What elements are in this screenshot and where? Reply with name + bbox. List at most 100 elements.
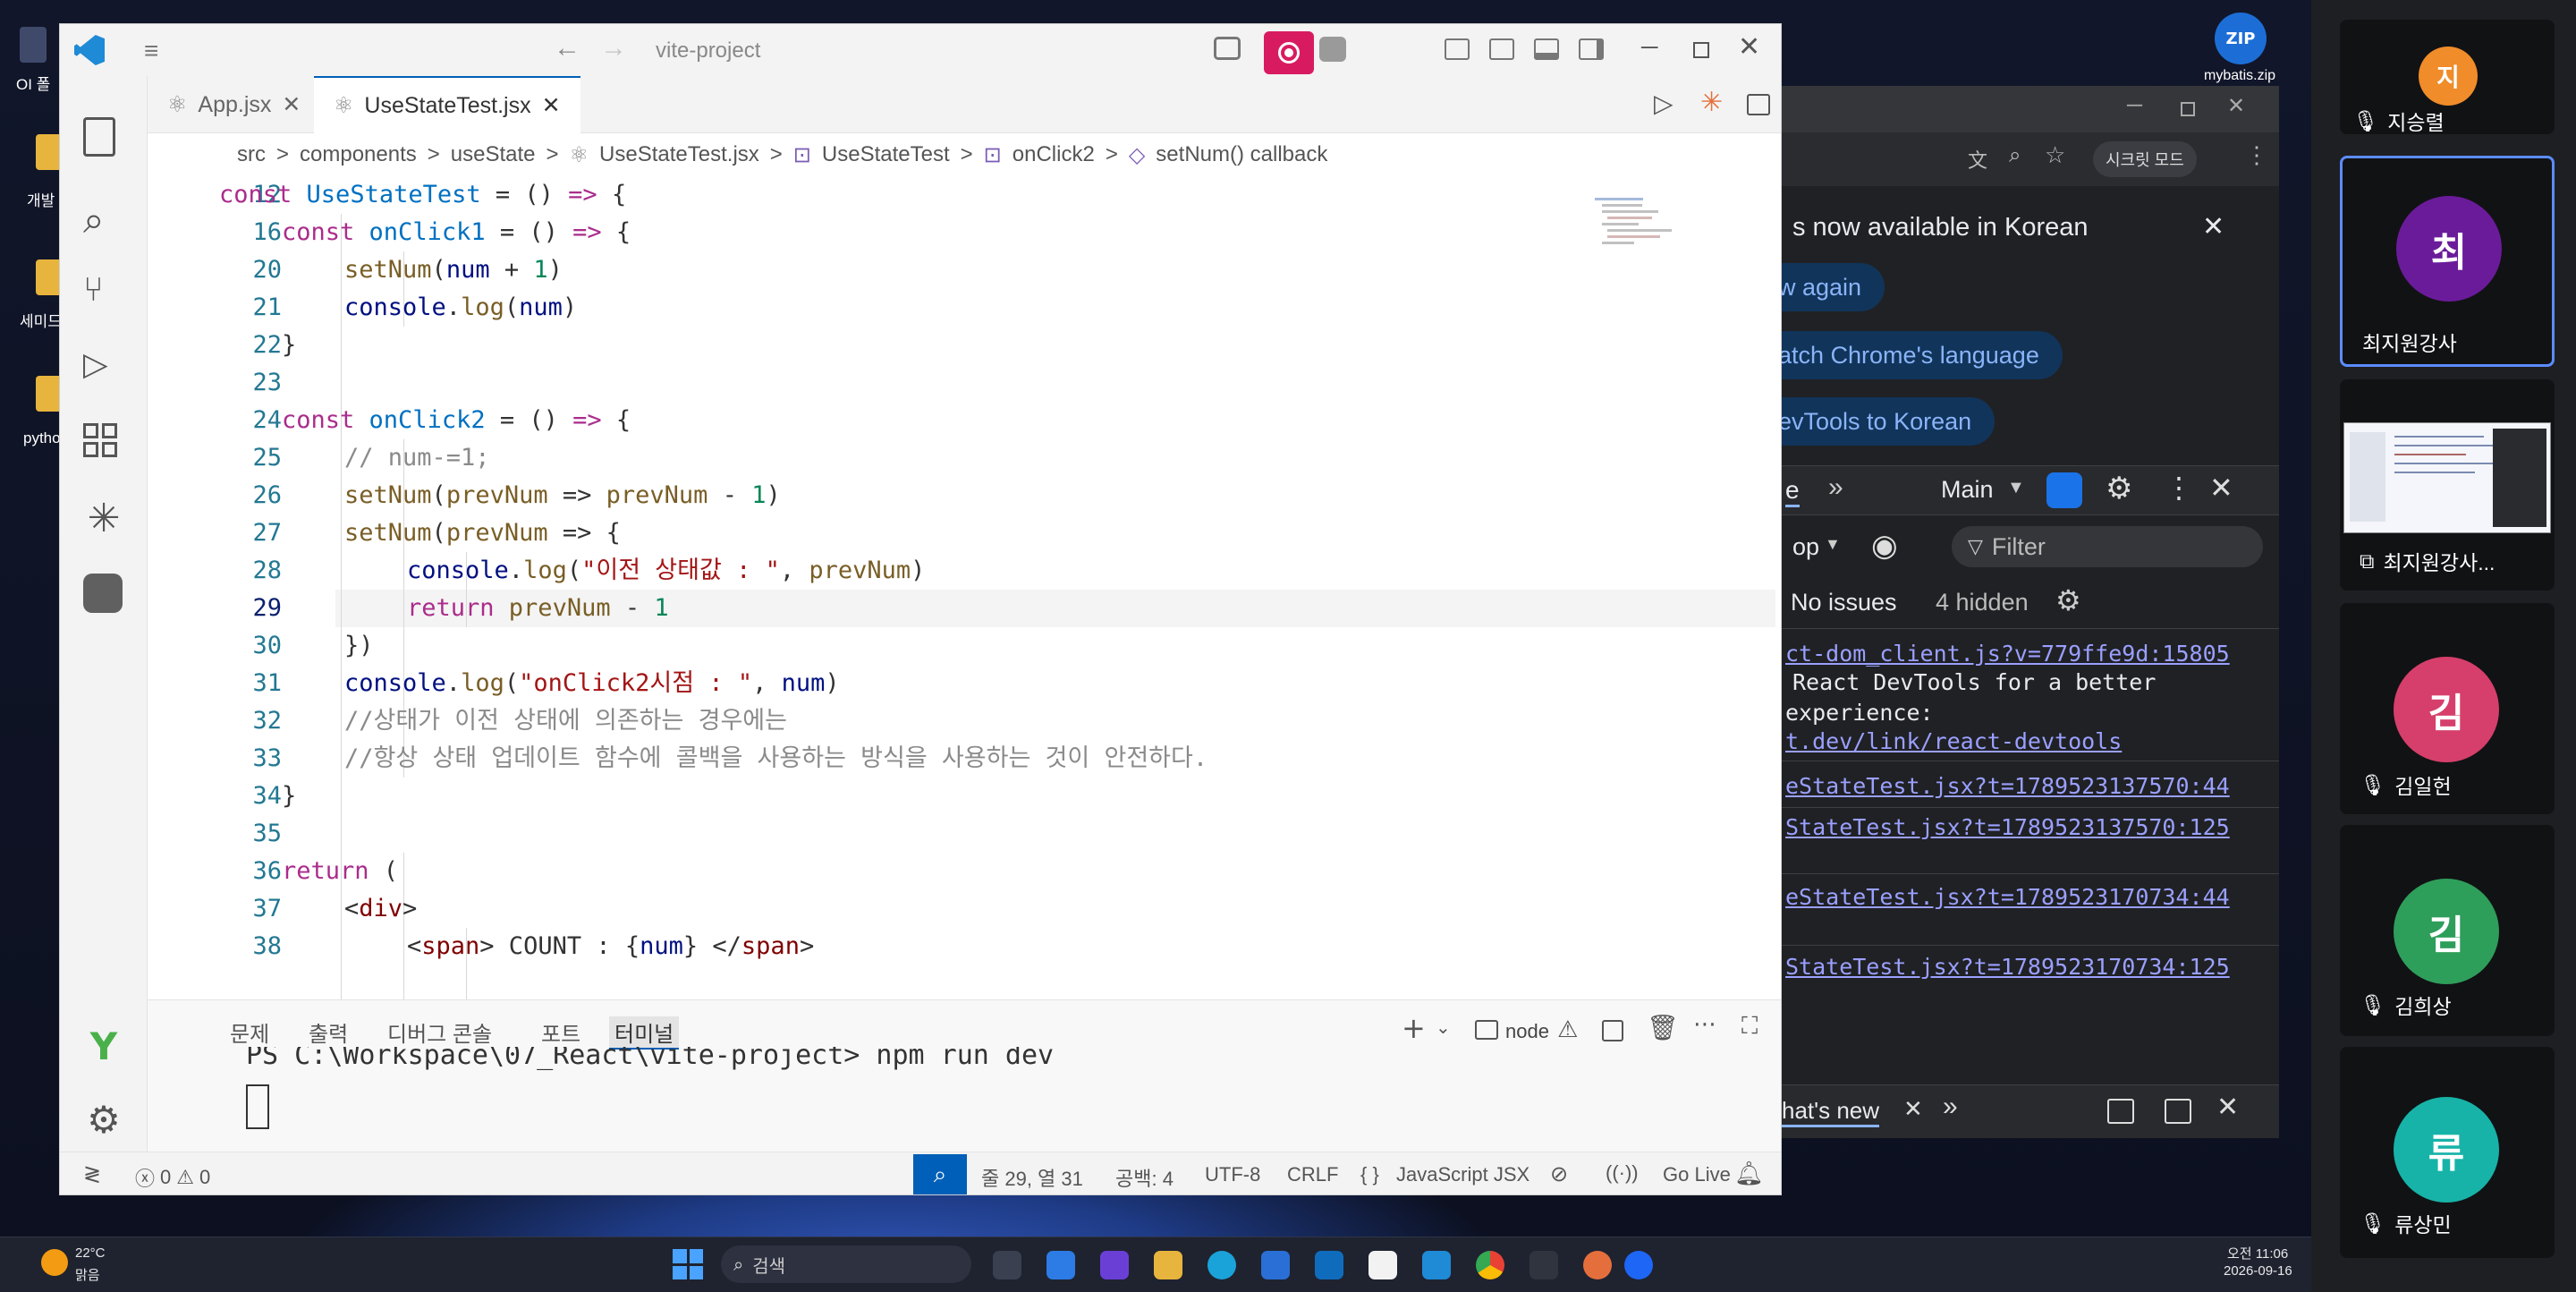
- settings-gear-icon[interactable]: ⚙: [2106, 471, 2132, 506]
- indentation[interactable]: 공백: 4: [1115, 1163, 1174, 1192]
- screen-share-tile[interactable]: ⧉ 최지원강사...: [2340, 379, 2555, 591]
- match-chrome-language-button[interactable]: atch Chrome's language: [1782, 331, 2063, 379]
- console-source-link[interactable]: ct-dom_client.js?v=779ffe9d:15805: [1785, 641, 2230, 667]
- tab-usestatetest-jsx[interactable]: ⚛ UseStateTest.jsx ✕: [314, 76, 580, 133]
- code-line[interactable]: const onClick1 = () => {: [282, 214, 631, 251]
- panel-tab-output[interactable]: 출력: [309, 1016, 348, 1048]
- end-of-line[interactable]: CRLF: [1287, 1163, 1338, 1186]
- browser-menu-icon[interactable]: ⋮: [2245, 141, 2268, 169]
- new-terminal-icon[interactable]: +: [1402, 1011, 1426, 1045]
- desktop-folder-icon[interactable]: [20, 27, 47, 63]
- more-tabs-icon[interactable]: »: [1943, 1092, 1958, 1122]
- close-icon[interactable]: ✕: [2227, 93, 2245, 119]
- run-file-icon[interactable]: ▷: [1654, 89, 1674, 118]
- edge-browser-icon[interactable]: [1208, 1251, 1236, 1279]
- incognito-badge[interactable]: 시크릿 모드: [2093, 141, 2197, 177]
- participant-tile-active[interactable]: 최 최지원강사: [2340, 156, 2555, 367]
- code-line[interactable]: setNum(num + 1): [344, 251, 563, 289]
- vscode-taskbar-icon[interactable]: [1422, 1251, 1451, 1279]
- close-tab-icon[interactable]: ✕: [1903, 1095, 1923, 1123]
- zoom-button[interactable]: ⌕: [913, 1154, 967, 1194]
- split-editor-icon[interactable]: [1747, 94, 1770, 115]
- code-line[interactable]: const UseStateTest = () => {: [219, 176, 626, 214]
- code-editor[interactable]: 12 const UseStateTest = () => {16 const on…: [148, 176, 1781, 1001]
- problems-status[interactable]: ⓧ 0 ⚠ 0: [135, 1163, 210, 1192]
- search-icon[interactable]: ⌕: [83, 198, 124, 242]
- banner-close-icon[interactable]: ✕: [2202, 211, 2224, 242]
- breadcrumb-item[interactable]: UseStateTest: [822, 142, 950, 167]
- breadcrumb-item[interactable]: setNum() callback: [1156, 142, 1327, 167]
- hidden-count[interactable]: 4 hidden: [1936, 589, 2029, 616]
- news-app-icon[interactable]: [1100, 1251, 1129, 1279]
- code-line[interactable]: <div>: [344, 890, 417, 928]
- code-line[interactable]: return prevNum - 1: [407, 590, 669, 627]
- extensions-icon[interactable]: [83, 423, 117, 457]
- record-button[interactable]: [1264, 31, 1314, 74]
- terminal-icon[interactable]: [1530, 1251, 1558, 1279]
- dont-show-again-button[interactable]: w again: [1782, 263, 1885, 311]
- tab-close-icon[interactable]: ✕: [282, 91, 301, 118]
- panel-tab-terminal[interactable]: 터미널: [609, 1016, 680, 1050]
- code-line[interactable]: }: [282, 327, 296, 364]
- react-devtools-link[interactable]: t.dev/link/react-devtools: [1785, 728, 2122, 754]
- console-source-link[interactable]: eStateTest.jsx?t=1789523170734:44: [1785, 884, 2230, 910]
- eye-icon[interactable]: ◉: [1871, 528, 1898, 564]
- breadcrumb-item[interactable]: components: [300, 142, 417, 167]
- yaml-icon[interactable]: Y: [83, 1024, 124, 1068]
- terminal-type-label[interactable]: node: [1505, 1020, 1549, 1043]
- minimap[interactable]: [1595, 194, 1675, 319]
- code-line[interactable]: //항상 상태 업데이트 함수에 콜백을 사용하는 방식을 사용하는 것이 안전…: [344, 740, 1208, 778]
- console-source-link[interactable]: eStateTest.jsx?t=1789523137570:44: [1785, 773, 2230, 799]
- explorer-icon[interactable]: [83, 117, 115, 157]
- device-toggle-icon[interactable]: [2046, 472, 2082, 508]
- task-view-icon[interactable]: [993, 1251, 1021, 1279]
- claude-icon[interactable]: ✳: [83, 498, 124, 540]
- chat-icon[interactable]: [1214, 37, 1241, 60]
- copilot-icon[interactable]: [1319, 37, 1346, 62]
- code-line[interactable]: }): [344, 627, 374, 665]
- devtools-tab[interactable]: e: [1785, 476, 1800, 507]
- code-line[interactable]: console.log("이전 상태값 : ", prevNum): [407, 552, 925, 590]
- more-options-icon[interactable]: ⋮: [2165, 471, 2193, 505]
- top-context-select[interactable]: op: [1792, 533, 1819, 561]
- tab-close-icon[interactable]: ✕: [542, 92, 561, 119]
- issues-count[interactable]: No issues: [1791, 589, 1897, 616]
- weather-icon[interactable]: [41, 1249, 68, 1276]
- taskbar-search[interactable]: ⌕ 검색: [721, 1245, 971, 1283]
- maps-app-icon[interactable]: [1624, 1251, 1653, 1279]
- toggle-panel-icon[interactable]: [1534, 38, 1559, 60]
- source-control-icon[interactable]: ⑂: [83, 269, 124, 310]
- toggle-secondary-sidebar-icon[interactable]: [1579, 38, 1604, 60]
- go-live-button[interactable]: Go Live: [1663, 1163, 1731, 1186]
- start-icon[interactable]: [673, 1249, 703, 1279]
- toggle-sidebar-icon[interactable]: [1445, 38, 1470, 60]
- zoom-icon[interactable]: ⌕: [2009, 143, 2021, 168]
- breadcrumb-item[interactable]: onClick2: [1013, 142, 1095, 167]
- cursor-position[interactable]: 줄 29, 열 31: [981, 1163, 1083, 1192]
- more-actions-icon[interactable]: ⋯: [1693, 1011, 1716, 1038]
- breadcrumb-item[interactable]: UseStateTest.jsx: [599, 142, 759, 167]
- code-line[interactable]: // num-=1;: [344, 439, 490, 477]
- close-icon[interactable]: ✕: [1738, 31, 1760, 63]
- code-line[interactable]: console.log(num): [344, 289, 577, 327]
- store-app-icon[interactable]: [1261, 1251, 1290, 1279]
- participant-tile[interactable]: 김 🎙︎ 김일헌: [2340, 603, 2555, 814]
- maximize-icon[interactable]: [2181, 102, 2195, 116]
- command-center[interactable]: vite-project: [656, 38, 760, 64]
- outlook-icon[interactable]: [1315, 1251, 1343, 1279]
- run-debug-icon[interactable]: ▷: [83, 346, 124, 387]
- code-line[interactable]: setNum(prevNum => {: [344, 514, 621, 552]
- code-line[interactable]: console.log("onClick2시점 : ", num): [344, 665, 840, 702]
- console-source-link[interactable]: StateTest.jsx?t=1789523137570:125: [1785, 814, 2230, 840]
- participant-tile[interactable]: 지 🎙︎ 지승렬: [2340, 20, 2555, 134]
- terminal-output[interactable]: PS C:\Workspace\07_React\vite-project> n…: [246, 1047, 1767, 1074]
- paint-app-icon[interactable]: [1046, 1251, 1075, 1279]
- trash-icon[interactable]: 🗑: [1647, 1013, 1679, 1042]
- close-devtools-icon[interactable]: ✕: [2209, 471, 2233, 505]
- breadcrumb-item[interactable]: useState: [451, 142, 536, 167]
- participant-tile[interactable]: 김 🎙︎ 김희상: [2340, 825, 2555, 1036]
- python-icon[interactable]: [83, 574, 123, 613]
- dock-bottom-icon[interactable]: [2165, 1099, 2191, 1124]
- notion-icon[interactable]: [1368, 1251, 1397, 1279]
- panel-tab-ports[interactable]: 포트: [541, 1016, 580, 1048]
